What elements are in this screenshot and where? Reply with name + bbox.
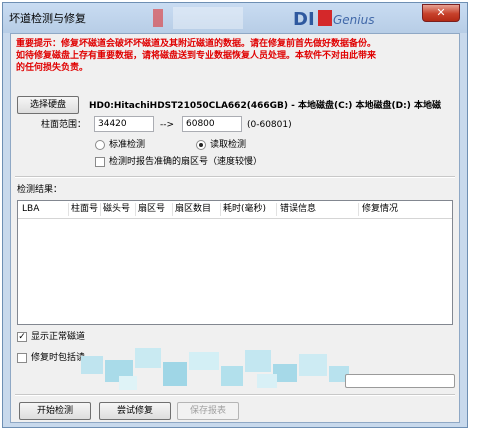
window-title: 坏道检测与修复 (9, 12, 86, 25)
results-list-header: LBA 柱面号 磁头号 扇区号 扇区数目 耗时(毫秒) 错误信息 修复情况 (18, 201, 452, 219)
title-bar-decoration: DI Genius (153, 7, 374, 30)
column-header-sector[interactable]: 扇区号 (138, 204, 165, 215)
divider (15, 176, 455, 178)
repair-include-checkbox[interactable] (17, 353, 27, 363)
progress-bar (345, 374, 455, 388)
read-check-radio[interactable] (196, 140, 206, 150)
column-header-cylinder[interactable]: 柱面号 (71, 204, 98, 215)
close-icon: ✕ (436, 6, 446, 19)
cylinder-range-label: 柱面范围： (41, 120, 87, 130)
warning-line: 如待修复磁盘上存有重要数据，请将磁盘送到专业数据恢复人员处理。本软件不对由此带来 (16, 51, 377, 61)
column-header-error-info[interactable]: 错误信息 (280, 204, 316, 215)
results-label: 检测结果： (17, 185, 63, 195)
cylinder-start-input[interactable]: 34420 (94, 116, 154, 132)
save-report-button[interactable]: 保存报表 (177, 402, 239, 420)
column-header-lba[interactable]: LBA (22, 204, 39, 215)
select-disk-button[interactable]: 选择硬盘 (17, 96, 79, 114)
svg-text:Genius: Genius (333, 13, 374, 27)
column-divider (68, 203, 69, 216)
cylinder-range-hint: (0-60801) (247, 120, 292, 130)
read-check-label: 读取检测 (210, 140, 247, 150)
start-check-button[interactable]: 开始检测 (19, 402, 91, 420)
column-divider (100, 203, 101, 216)
standard-check-label: 标准检测 (109, 140, 146, 150)
column-divider (135, 203, 136, 216)
divider (15, 394, 455, 396)
dialog-window: 坏道检测与修复 DI Genius ✕ 重要提示：修复坏磁道会破坏坏磁道及其附近… (2, 2, 468, 428)
warning-line: 的任何损失负责。 (16, 63, 89, 73)
title-bar[interactable]: 坏道检测与修复 DI Genius ✕ (3, 3, 467, 33)
report-exact-sector-label: 检测时报告准确的扇区号（速度较慢） (109, 157, 263, 167)
disk-info-text: HD0:HitachiHDST21050CLA662(466GB) - 本地磁盘… (89, 101, 441, 111)
column-header-repair-status[interactable]: 修复情况 (362, 204, 398, 215)
report-exact-sector-checkbox[interactable] (95, 157, 105, 167)
warning-text: 重要提示：修复坏磁道会破坏坏磁道及其附近磁道的数据。请在修复前首先做好数据备份。… (16, 38, 456, 74)
try-repair-button[interactable]: 尝试修复 (99, 402, 171, 420)
results-list[interactable]: LBA 柱面号 磁头号 扇区号 扇区数目 耗时(毫秒) 错误信息 修复情况 (17, 200, 453, 325)
range-arrow: --> (160, 120, 175, 130)
column-divider (172, 203, 173, 216)
column-divider (276, 203, 277, 216)
column-divider (220, 203, 221, 216)
svg-text:DI: DI (293, 9, 315, 30)
column-divider (358, 203, 359, 216)
column-header-time-ms[interactable]: 耗时(毫秒) (223, 204, 266, 215)
cylinder-end-input[interactable]: 60800 (182, 116, 242, 132)
show-normal-tracks-checkbox[interactable]: ✓ (17, 332, 27, 342)
dialog-body: 重要提示：修复坏磁道会破坏坏磁道及其附近磁道的数据。请在修复前首先做好数据备份。… (10, 33, 460, 423)
warning-line: 重要提示：修复坏磁道会破坏坏磁道及其附近磁道的数据。请在修复前首先做好数据备份。 (16, 39, 377, 49)
column-header-sector-count[interactable]: 扇区数目 (175, 204, 211, 215)
column-header-head[interactable]: 磁头号 (103, 204, 130, 215)
checkmark-icon: ✓ (18, 332, 26, 342)
standard-check-radio[interactable] (95, 140, 105, 150)
blurred-overlay (81, 348, 349, 390)
close-button[interactable]: ✕ (422, 4, 460, 22)
